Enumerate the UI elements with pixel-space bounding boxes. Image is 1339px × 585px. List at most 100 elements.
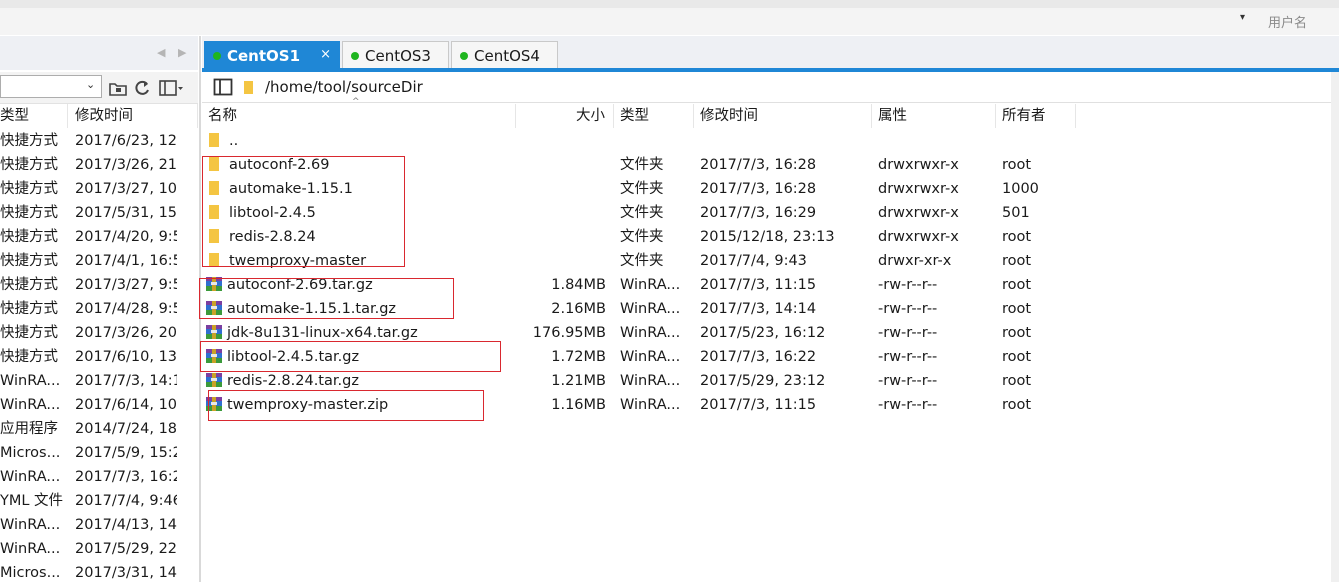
file-owner: root xyxy=(1002,301,1032,317)
left-list-item[interactable]: 快捷方式 2017/4/20, 9:5 xyxy=(0,225,198,249)
vertical-scrollbar[interactable] xyxy=(1331,72,1339,582)
left-list-item[interactable]: 快捷方式 2017/3/27, 9:5 xyxy=(0,273,198,297)
col-name-header[interactable]: 名称 xyxy=(202,104,516,128)
user-dropdown-icon[interactable]: ▾ xyxy=(1240,12,1245,23)
tab-centos4[interactable]: CentOS4 xyxy=(451,41,558,69)
panel-toggle-icon[interactable] xyxy=(213,77,233,97)
user-name-label[interactable]: 用户名 xyxy=(1268,12,1307,31)
file-type: 文件夹 xyxy=(620,157,664,173)
file-type: WinRA... xyxy=(620,373,681,389)
left-col-modified-header[interactable]: 修改时间 xyxy=(68,104,198,128)
new-folder-icon[interactable] xyxy=(108,78,128,98)
file-type: 文件夹 xyxy=(620,205,664,221)
file-owner: root xyxy=(1002,253,1032,269)
file-modified: 2017/7/3, 16:28 xyxy=(700,157,817,173)
col-perms-header[interactable]: 属性 xyxy=(872,104,996,128)
file-name: .. xyxy=(229,133,239,149)
col-type-label: 类型 xyxy=(620,108,649,124)
forward-arrow-icon[interactable]: ▶ xyxy=(178,46,186,59)
file-permissions: drwxrwxr-x xyxy=(878,157,959,173)
left-list-item[interactable]: 快捷方式 2017/3/26, 20 xyxy=(0,321,198,345)
file-name-cell[interactable]: .. xyxy=(209,129,509,153)
left-list-item[interactable]: WinRA... 2017/7/3, 16:2 xyxy=(0,465,198,489)
file-owner: 1000 xyxy=(1002,181,1039,197)
file-size xyxy=(516,249,606,273)
file-modified: 2017/7/3, 11:15 xyxy=(700,277,817,293)
left-item-modified: 2017/3/26, 21 xyxy=(75,157,177,173)
left-item-type: 快捷方式 xyxy=(0,253,58,269)
window-top-strip xyxy=(0,0,1339,8)
highlight-box xyxy=(199,278,454,319)
left-list-item[interactable]: Micros... 2017/3/31, 14 xyxy=(0,561,198,585)
refresh-icon[interactable] xyxy=(132,78,152,98)
connected-status-icon xyxy=(213,52,221,60)
file-size xyxy=(516,225,606,249)
left-list-item[interactable]: WinRA... 2017/4/13, 14 xyxy=(0,513,198,537)
left-list-item[interactable]: 快捷方式 2017/6/10, 13 xyxy=(0,345,198,369)
left-list-item[interactable]: 快捷方式 2017/4/28, 9:5 xyxy=(0,297,198,321)
close-icon[interactable]: × xyxy=(320,47,331,62)
left-item-modified: 2017/6/23, 12 xyxy=(75,133,177,149)
file-owner: root xyxy=(1002,373,1032,389)
file-owner: root xyxy=(1002,349,1032,365)
file-name: redis-2.8.24.tar.gz xyxy=(227,373,359,389)
left-item-type: 快捷方式 xyxy=(0,229,58,245)
back-arrow-icon[interactable]: ◀ xyxy=(157,46,165,59)
file-modified: 2017/7/3, 14:14 xyxy=(700,301,817,317)
col-size-header[interactable]: 大小 xyxy=(516,104,614,128)
left-list-item[interactable]: 快捷方式 2017/6/23, 12 xyxy=(0,129,198,153)
left-item-type: Micros... xyxy=(0,565,61,581)
tab-centos3[interactable]: CentOS3 xyxy=(342,41,449,69)
file-permissions: -rw-r--r-- xyxy=(878,277,938,293)
col-type-header[interactable]: 类型 xyxy=(614,104,694,128)
remote-path-text[interactable]: /home/tool/sourceDir xyxy=(265,78,423,96)
left-item-type: 快捷方式 xyxy=(0,181,58,197)
file-type: WinRA... xyxy=(620,277,681,293)
folder-icon xyxy=(209,133,219,147)
col-name-label: 名称 xyxy=(208,108,237,124)
left-list-item[interactable]: 应用程序 2014/7/24, 18 xyxy=(0,417,198,441)
file-permissions: drwxr-xr-x xyxy=(878,253,952,269)
left-item-modified: 2017/5/31, 15 xyxy=(75,205,177,221)
chevron-down-icon[interactable]: ⌄ xyxy=(86,78,95,91)
tab-label: CentOS3 xyxy=(365,47,431,65)
view-layout-icon[interactable] xyxy=(158,78,184,98)
left-pane-top-strip xyxy=(0,36,198,70)
archive-icon xyxy=(206,373,222,387)
file-owner: root xyxy=(1002,325,1032,341)
left-item-type: 应用程序 xyxy=(0,421,58,437)
col-owner-header[interactable]: 所有者 xyxy=(996,104,1076,128)
file-type: WinRA... xyxy=(620,301,681,317)
highlight-box xyxy=(200,341,501,372)
left-col-type-header[interactable]: 类型 xyxy=(0,104,68,128)
file-modified: 2017/7/3, 16:22 xyxy=(700,349,817,365)
left-list-item[interactable]: YML 文件 2017/7/4, 9:46 xyxy=(0,489,198,513)
left-list-item[interactable]: 快捷方式 2017/4/1, 16:5 xyxy=(0,249,198,273)
left-list-item[interactable]: Micros... 2017/5/9, 15:2 xyxy=(0,441,198,465)
file-permissions: drwxrwxr-x xyxy=(878,181,959,197)
col-modified-label: 修改时间 xyxy=(700,108,758,124)
left-list-item[interactable]: 快捷方式 2017/5/31, 15 xyxy=(0,201,198,225)
file-permissions xyxy=(878,129,994,153)
left-item-modified: 2017/4/28, 9:5 xyxy=(75,301,177,317)
left-item-modified: 2017/4/13, 14 xyxy=(75,517,177,533)
col-modified-header[interactable]: 修改时间 xyxy=(694,104,872,128)
col-size-label: 大小 xyxy=(576,108,605,124)
file-type: 文件夹 xyxy=(620,181,664,197)
left-list-item[interactable]: 快捷方式 2017/3/26, 21 xyxy=(0,153,198,177)
file-modified xyxy=(700,129,870,153)
left-list-item[interactable]: WinRA... 2017/7/3, 14:1 xyxy=(0,369,198,393)
left-list-item[interactable]: WinRA... 2017/6/14, 10 xyxy=(0,393,198,417)
left-item-modified: 2017/4/20, 9:5 xyxy=(75,229,177,245)
tab-label: CentOS4 xyxy=(474,47,540,65)
highlight-box xyxy=(208,390,484,421)
left-list-item[interactable]: WinRA... 2017/5/29, 22 xyxy=(0,537,198,561)
left-item-type: 快捷方式 xyxy=(0,157,58,173)
tab-centos1[interactable]: CentOS1 × xyxy=(204,41,340,69)
connected-status-icon xyxy=(460,52,468,60)
file-permissions: -rw-r--r-- xyxy=(878,325,938,341)
file-permissions: -rw-r--r-- xyxy=(878,397,938,413)
file-size xyxy=(516,201,606,225)
left-list-item[interactable]: 快捷方式 2017/3/27, 10 xyxy=(0,177,198,201)
col-perms-label: 属性 xyxy=(878,108,907,124)
